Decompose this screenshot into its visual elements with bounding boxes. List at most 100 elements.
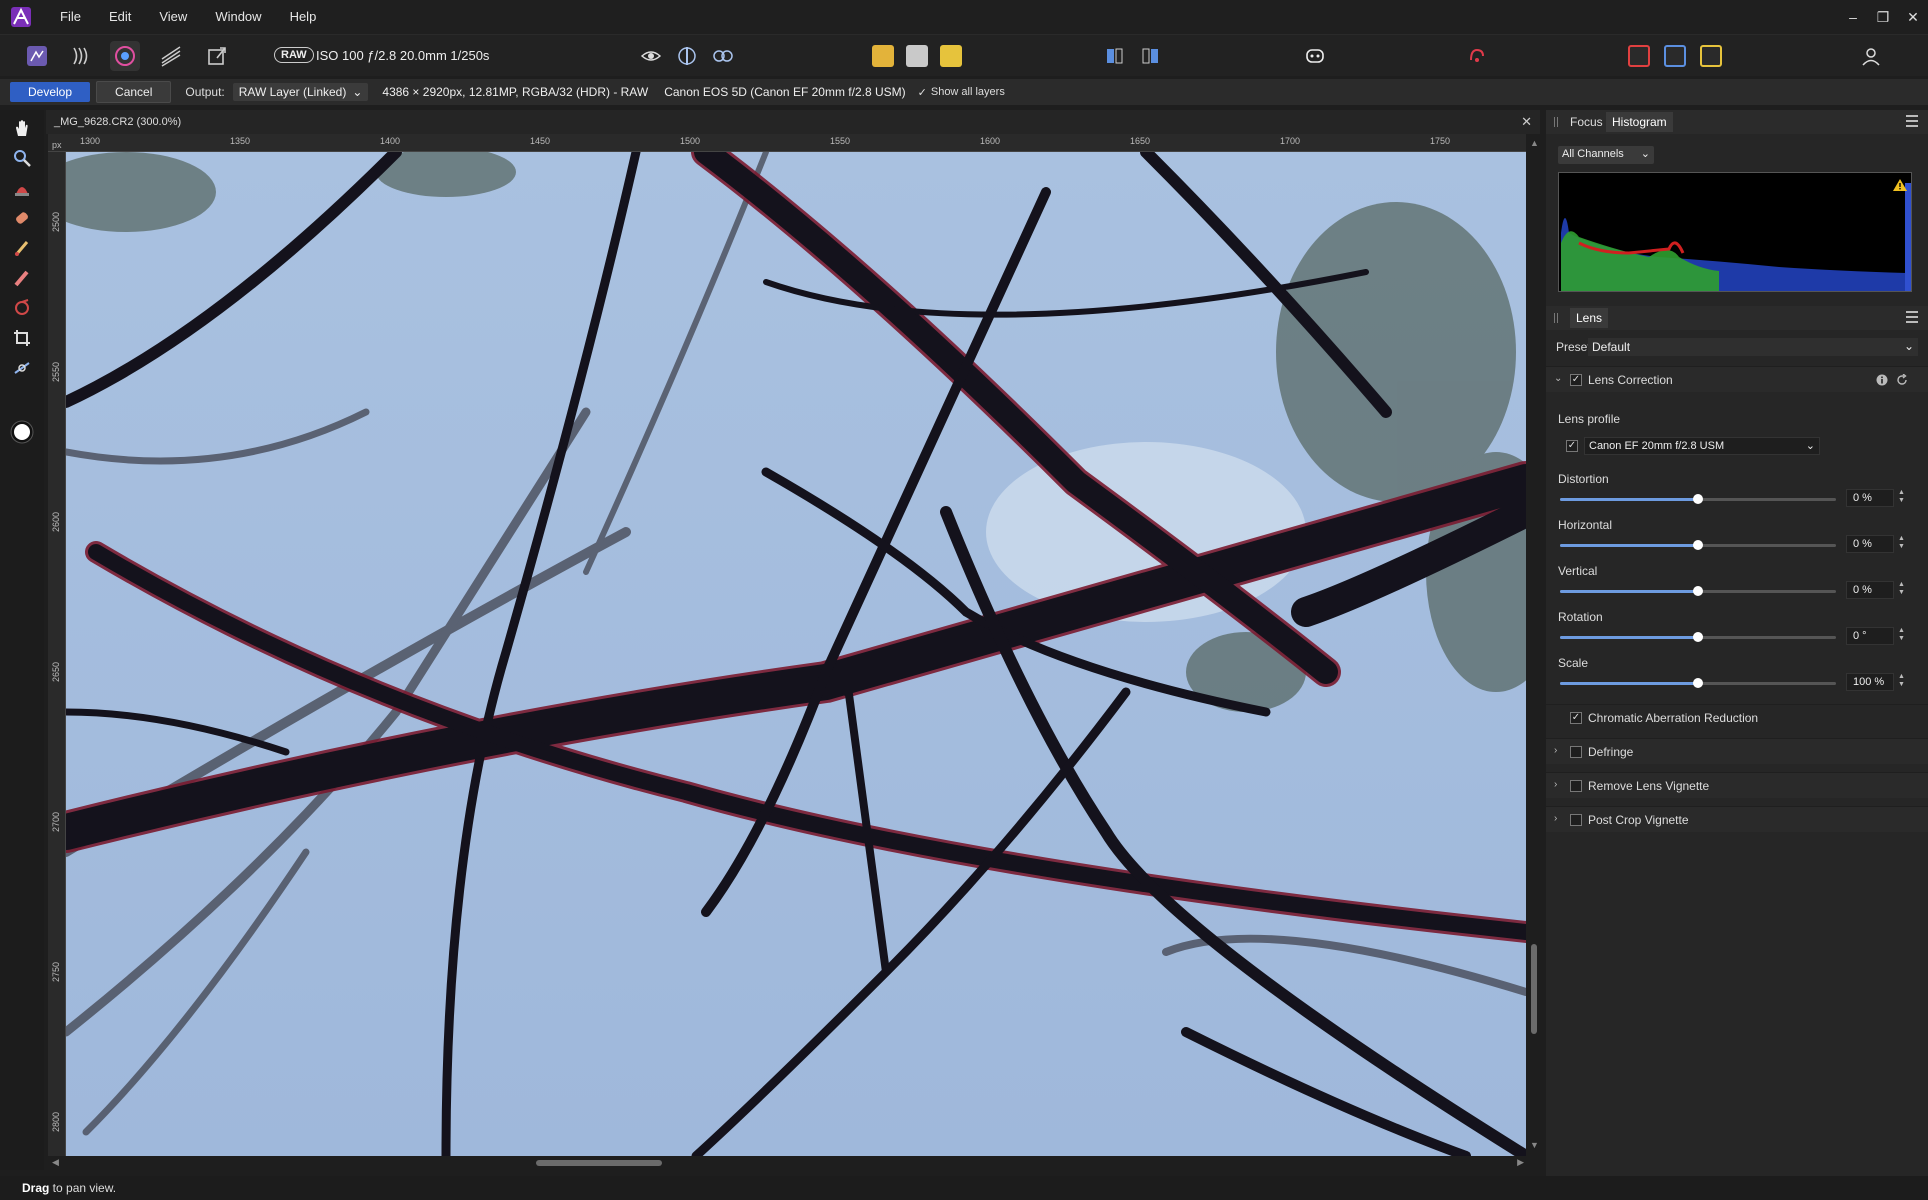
rotation-slider[interactable] — [1560, 632, 1836, 642]
tab-lens[interactable]: Lens — [1570, 308, 1609, 328]
distortion-value[interactable]: 0 % — [1846, 489, 1894, 507]
vertical-scrollbar[interactable]: ▲ ▼ — [1528, 134, 1540, 1156]
document-tab[interactable]: _MG_9628.CR2 (300.0%) ✕ — [46, 110, 1540, 134]
scroll-up-icon[interactable]: ▲ — [1530, 138, 1539, 148]
scroll-left-icon[interactable]: ◀ — [52, 1157, 59, 1168]
overlay-gradient-tool-icon[interactable] — [10, 296, 34, 320]
align-left-icon[interactable] — [1100, 41, 1130, 71]
align-right-icon[interactable] — [1136, 41, 1166, 71]
slider-knob[interactable] — [1693, 678, 1703, 688]
split-view-icon[interactable] — [672, 41, 702, 71]
eye-icon[interactable] — [636, 41, 666, 71]
clipping-highlights-icon[interactable] — [936, 41, 966, 71]
photo-persona-icon[interactable] — [22, 41, 52, 71]
menu-edit[interactable]: Edit — [95, 0, 145, 34]
vertical-scroll-thumb[interactable] — [1531, 944, 1537, 1034]
horizontal-scrollbar[interactable]: ◀ ▶ — [48, 1156, 1528, 1170]
restore-button[interactable]: ❐ — [1868, 0, 1898, 34]
info-icon[interactable] — [1876, 374, 1888, 386]
clipping-shadows-icon[interactable] — [868, 41, 898, 71]
close-window-button[interactable]: ✕ — [1898, 0, 1928, 34]
stepper-icon[interactable]: ▲ ▼ — [1898, 673, 1908, 689]
tab-focus[interactable]: Focus — [1570, 115, 1603, 129]
preview-red-icon[interactable] — [1624, 41, 1654, 71]
distortion-slider[interactable] — [1560, 494, 1836, 504]
rotation-value[interactable]: 0 ° — [1846, 627, 1894, 645]
blemish-tool-icon[interactable] — [10, 206, 34, 230]
stepper-icon[interactable]: ▲ ▼ — [1898, 581, 1908, 597]
vertical-slider[interactable] — [1560, 586, 1836, 596]
stepper-icon[interactable]: ▲ ▼ — [1898, 627, 1908, 643]
output-dropdown[interactable]: RAW Layer (Linked) ⌄ — [232, 83, 369, 101]
vertical-value[interactable]: 0 % — [1846, 581, 1894, 599]
assistant-icon[interactable] — [1300, 41, 1330, 71]
zoom-tool-icon[interactable] — [10, 146, 34, 170]
mirror-view-icon[interactable] — [708, 41, 738, 71]
scroll-right-icon[interactable]: ▶ — [1517, 1157, 1524, 1168]
lens-profile-checkbox[interactable]: ✓ — [1566, 440, 1578, 452]
crop-tool-icon[interactable] — [10, 326, 34, 350]
show-all-layers-toggle[interactable]: ✓ Show all layers — [918, 86, 1005, 99]
post-crop-vignette-section[interactable]: › Post Crop Vignette — [1546, 806, 1928, 832]
menu-window[interactable]: Window — [201, 0, 275, 34]
defringe-checkbox[interactable] — [1570, 746, 1582, 758]
stepper-icon[interactable]: ▲ ▼ — [1898, 535, 1908, 551]
stepper-icon[interactable]: ▲ ▼ — [1898, 489, 1908, 505]
chromatic-aberration-row[interactable]: ✓ Chromatic Aberration Reduction — [1546, 704, 1928, 730]
white-balance-tool-icon[interactable] — [10, 176, 34, 200]
close-document-icon[interactable]: ✕ — [1521, 114, 1532, 130]
snapping-icon[interactable] — [1462, 41, 1492, 71]
channels-dropdown[interactable]: All Channels ⌄ — [1558, 146, 1654, 164]
panel-menu-icon[interactable] — [1906, 115, 1918, 127]
hand-tool-icon[interactable] — [10, 116, 34, 140]
develop-persona-icon[interactable] — [110, 41, 140, 71]
chevron-right-icon[interactable]: › — [1554, 779, 1557, 790]
slider-knob[interactable] — [1693, 494, 1703, 504]
slider-knob[interactable] — [1693, 586, 1703, 596]
slider-knob[interactable] — [1693, 540, 1703, 550]
chromatic-aberration-checkbox[interactable]: ✓ — [1570, 712, 1582, 724]
overlay-paint-tool-icon[interactable] — [10, 266, 34, 290]
menu-help[interactable]: Help — [276, 0, 331, 34]
menu-file[interactable]: File — [46, 0, 95, 34]
horizontal-slider[interactable] — [1560, 540, 1836, 550]
scroll-down-icon[interactable]: ▼ — [1530, 1140, 1539, 1150]
post-crop-vignette-checkbox[interactable] — [1570, 814, 1582, 826]
reset-icon[interactable] — [1896, 374, 1908, 386]
remove-lens-vignette-checkbox[interactable] — [1570, 780, 1582, 792]
remove-lens-vignette-section[interactable]: › Remove Lens Vignette — [1546, 772, 1928, 798]
preview-yellow-icon[interactable] — [1696, 41, 1726, 71]
liquify-persona-icon[interactable] — [66, 41, 96, 71]
lens-profile-dropdown[interactable]: Canon EF 20mm f/2.8 USM ⌄ — [1584, 437, 1820, 455]
panel-grip-icon[interactable] — [1554, 117, 1558, 127]
clipping-warning-icon[interactable] — [1893, 179, 1907, 191]
panel-grip-icon[interactable] — [1554, 313, 1558, 323]
slider-knob[interactable] — [1693, 632, 1703, 642]
clipping-midtones-icon[interactable] — [902, 41, 932, 71]
scale-slider[interactable] — [1560, 678, 1836, 688]
scale-value[interactable]: 100 % — [1846, 673, 1894, 691]
chevron-right-icon[interactable]: › — [1554, 813, 1557, 824]
horizontal-value[interactable]: 0 % — [1846, 535, 1894, 553]
export-persona-icon[interactable] — [202, 41, 232, 71]
lens-correction-checkbox[interactable]: ✓ — [1570, 374, 1582, 386]
defringe-section[interactable]: › Defringe — [1546, 738, 1928, 764]
panel-menu-icon[interactable] — [1906, 311, 1918, 323]
horizontal-scroll-thumb[interactable] — [536, 1160, 662, 1166]
chevron-down-icon[interactable]: ⌄ — [1554, 373, 1562, 384]
straighten-tool-icon[interactable] — [10, 356, 34, 380]
menu-view[interactable]: View — [145, 0, 201, 34]
tone-mapping-persona-icon[interactable] — [156, 41, 186, 71]
tab-histogram[interactable]: Histogram — [1606, 112, 1673, 132]
cancel-button[interactable]: Cancel — [96, 81, 172, 103]
lens-correction-section[interactable]: ⌄ ✓ Lens Correction — [1546, 366, 1928, 392]
chevron-right-icon[interactable]: › — [1554, 745, 1557, 756]
red-eye-tool-icon[interactable] — [10, 236, 34, 260]
preset-dropdown[interactable]: Default ⌄ — [1588, 338, 1918, 356]
preview-blue-icon[interactable] — [1660, 41, 1690, 71]
user-account-icon[interactable] — [1856, 41, 1886, 71]
image-canvas[interactable] — [66, 152, 1526, 1156]
minimize-button[interactable]: – — [1838, 0, 1868, 34]
color-swatch-icon[interactable] — [10, 420, 34, 444]
develop-button[interactable]: Develop — [10, 82, 91, 102]
